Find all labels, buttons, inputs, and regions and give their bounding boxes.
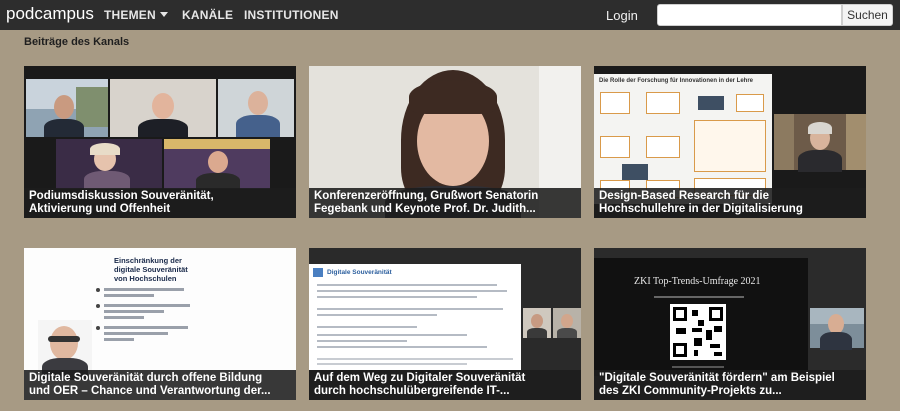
- login-link[interactable]: Login: [606, 8, 638, 23]
- slide-heading: Einschränkung der digitale Souveränität …: [114, 256, 188, 283]
- video-tile-4[interactable]: Einschränkung der digitale Souveränität …: [24, 248, 296, 400]
- caption-line: Design-Based Research für die: [599, 190, 770, 202]
- brand-logo[interactable]: podcampus: [6, 4, 94, 24]
- caption-line: Podiumsdiskussion Souveränität,: [29, 190, 214, 202]
- tile-caption[interactable]: Konferenzeröffnung, Grußwort Senatorin F…: [309, 188, 581, 218]
- caption-line: und OER – Chance und Verantwortung der..…: [29, 385, 271, 397]
- slide-heading-line: Einschränkung der: [114, 256, 182, 265]
- search-input[interactable]: [657, 4, 842, 26]
- slide-panel: Die Rolle der Forschung für Innovationen…: [594, 74, 772, 204]
- video-tile-2[interactable]: Konferenzeröffnung, Grußwort Senatorin F…: [309, 66, 581, 218]
- participant-video: [218, 79, 294, 137]
- search-button[interactable]: Suchen: [842, 4, 893, 26]
- qr-code-icon: [670, 304, 726, 360]
- slide-panel: ZKI Top-Trends-Umfrage 2021: [594, 258, 808, 376]
- section-title: Beiträge des Kanals: [24, 36, 130, 48]
- video-tile-1[interactable]: Podiumsdiskussion Souveränität, Aktivier…: [24, 66, 296, 218]
- nav-item-kanaele[interactable]: KANÄLE: [182, 8, 233, 22]
- nav-item-themen-label: THEMEN: [104, 8, 156, 22]
- video-tile-6[interactable]: ZKI Top-Trends-Umfrage 2021 "Digitale So…: [594, 248, 866, 400]
- caption-line: durch hochschulübergreifende IT-...: [314, 385, 510, 397]
- slide-title: ZKI Top-Trends-Umfrage 2021: [634, 276, 761, 287]
- caption-line: des ZKI Community-Projekts zu...: [599, 385, 782, 397]
- participant-video: [110, 79, 216, 137]
- speaker-video: [810, 308, 864, 350]
- top-navbar: podcampus THEMEN KANÄLE INSTITUTIONEN Lo…: [0, 0, 900, 30]
- video-tile-5[interactable]: Digitale Souveränität Auf dem Weg zu Dig…: [309, 248, 581, 400]
- speaker-video: [774, 114, 866, 172]
- nav-item-themen[interactable]: THEMEN: [104, 8, 168, 22]
- caption-line: Auf dem Weg zu Digitaler Souveränität: [314, 372, 526, 384]
- caption-line: Fegebank und Keynote Prof. Dr. Judith...: [314, 203, 536, 215]
- tile-caption[interactable]: "Digitale Souveränität fördern" am Beisp…: [594, 370, 866, 400]
- participant-video: [56, 139, 162, 189]
- caption-line: Digitale Souveränität durch offene Bildu…: [29, 372, 263, 384]
- slide-heading-line: digitale Souveränität: [114, 265, 188, 274]
- participant-video: [26, 79, 108, 137]
- caret-down-icon: [159, 12, 168, 17]
- participant-video: [523, 308, 551, 338]
- caption-line: Hochschullehre in der Digitalisierung: [599, 203, 803, 215]
- tile-caption[interactable]: Design-Based Research für die Hochschull…: [594, 188, 866, 218]
- caption-line: Aktivierung und Offenheit: [29, 203, 171, 215]
- slide-title: Die Rolle der Forschung für Innovationen…: [599, 78, 754, 84]
- nav-item-institutionen[interactable]: INSTITUTIONEN: [244, 8, 339, 22]
- caption-line: Konferenzeröffnung, Grußwort Senatorin: [314, 190, 539, 202]
- participant-video: [553, 308, 581, 338]
- caption-line: "Digitale Souveränität fördern" am Beisp…: [599, 372, 835, 384]
- participant-video: [164, 139, 270, 189]
- video-tile-3[interactable]: Die Rolle der Forschung für Innovationen…: [594, 66, 866, 218]
- slide-panel: Digitale Souveränität: [309, 264, 521, 370]
- slide-title: Digitale Souveränität: [327, 269, 392, 276]
- tile-caption[interactable]: Podiumsdiskussion Souveränität, Aktivier…: [24, 188, 296, 218]
- slide-heading-line: von Hochschulen: [114, 274, 177, 283]
- tile-caption[interactable]: Digitale Souveränität durch offene Bildu…: [24, 370, 296, 400]
- tile-caption[interactable]: Auf dem Weg zu Digitaler Souveränität du…: [309, 370, 581, 400]
